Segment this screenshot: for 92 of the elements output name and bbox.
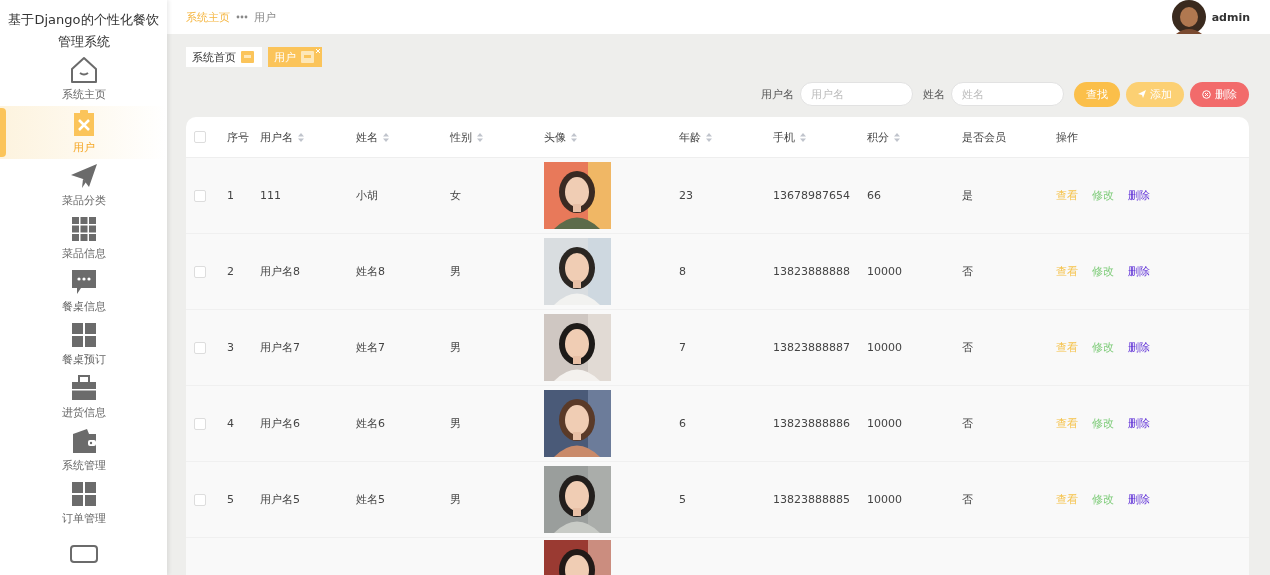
sidebar-item[interactable]: 菜品分类 [0, 159, 167, 212]
table-cell-text: 111 [260, 189, 282, 202]
table-cell-text: 用户名7 [260, 340, 301, 355]
table-cell-text: 否 [962, 492, 974, 507]
table-cell-text: 10000 [867, 265, 903, 278]
sort-icon[interactable] [383, 132, 389, 142]
row-checkbox[interactable] [194, 417, 206, 430]
table-cell-text: 66 [867, 189, 882, 202]
table-cell-text: 姓名8 [356, 264, 386, 279]
sidebar-item[interactable]: 菜品信息 [0, 212, 167, 265]
table-cell-text: 8 [679, 265, 687, 278]
table-cell-text: 姓名7 [356, 340, 386, 355]
send-icon [1138, 90, 1146, 98]
table-cell-text: 用户名5 [260, 492, 301, 507]
sort-icon[interactable] [706, 132, 712, 142]
table-cell-text: 13823888888 [773, 265, 851, 278]
sidebar-item[interactable]: 系统主页 [0, 53, 167, 106]
table-cell-text: 1 [227, 189, 235, 202]
table-cell-text: 13823888886 [773, 417, 851, 430]
search-field[interactable]: 姓名 [951, 82, 1064, 106]
action-link[interactable]: 删除 [1128, 188, 1150, 203]
table-cell-text: 否 [962, 416, 974, 431]
select-all-checkbox[interactable] [194, 131, 206, 143]
table-cell-text: 姓名5 [356, 492, 386, 507]
table-cell-text: 姓名6 [356, 416, 386, 431]
table-cell-text: 13823888887 [773, 341, 851, 354]
column-header: 序号 [227, 129, 249, 145]
table-cell-text: 否 [962, 264, 974, 279]
user-name[interactable]: admin [1211, 10, 1250, 24]
ellipsis-icon [236, 15, 248, 19]
row-checkbox[interactable] [194, 189, 206, 202]
column-header[interactable]: 头像 [544, 129, 566, 145]
table-cell-text: 用户名6 [260, 416, 301, 431]
field-label: 用户名 [761, 86, 794, 102]
sort-icon[interactable] [800, 132, 806, 142]
sort-icon[interactable] [477, 132, 483, 142]
table-cell-text: 10000 [867, 341, 903, 354]
table-cell-text: 13678987654 [773, 189, 851, 202]
table-cell-text: 用户名8 [260, 264, 301, 279]
field-label: 姓名 [923, 86, 945, 102]
tab[interactable]: 系统首页 [186, 47, 262, 67]
table-cell-text: 13823888885 [773, 493, 851, 506]
sidebar-item[interactable]: 餐桌信息 [0, 265, 167, 318]
table-cell-text: 3 [227, 341, 235, 354]
table-cell-text: 男 [450, 416, 462, 431]
action-link[interactable]: 删除 [1128, 416, 1150, 431]
table-cell-text: 6 [679, 417, 687, 430]
action-link[interactable]: 删除 [1128, 340, 1150, 355]
app-title: 基于Django的个性化餐饮管理系统 [7, 11, 160, 51]
table-cell-text: 5 [227, 493, 235, 506]
table-cell-text: 女 [450, 188, 462, 203]
column-header[interactable]: 手机 [773, 129, 795, 145]
sidebar-item[interactable]: 进货信息 [0, 371, 167, 424]
table-cell-text: 10000 [867, 493, 903, 506]
tag-icon [301, 51, 314, 63]
search-field[interactable]: 用户名 [800, 82, 913, 106]
sidebar-item[interactable]: 系统管理 [0, 424, 167, 477]
table-cell-text: 男 [450, 264, 462, 279]
table-cell-text: 男 [450, 492, 462, 507]
action-link[interactable]: 删除 [1128, 264, 1150, 279]
table-cell-text: 男 [450, 340, 462, 355]
column-header[interactable]: 年龄 [679, 129, 701, 145]
table-cell-text: 4 [227, 417, 235, 430]
tag-icon [241, 51, 254, 63]
table-cell-text: 10000 [867, 417, 903, 430]
breadcrumb-link[interactable]: 用户 [254, 9, 276, 25]
column-header[interactable]: 性别 [450, 129, 472, 145]
close-icon[interactable] [315, 48, 321, 54]
table-cell-text: 2 [227, 265, 235, 278]
row-checkbox[interactable] [194, 341, 206, 354]
sort-icon[interactable] [298, 132, 304, 142]
table-cell-text: 5 [679, 493, 687, 506]
home-icon [68, 55, 99, 85]
sort-icon[interactable] [571, 132, 577, 142]
table-cell-text: 是 [962, 188, 974, 203]
table-cell-text: 23 [679, 189, 694, 202]
column-header[interactable]: 用户名 [260, 129, 293, 145]
sidebar-item[interactable]: 订单管理 [0, 477, 167, 530]
column-header[interactable]: 姓名 [356, 129, 378, 145]
active-indicator [0, 108, 6, 157]
sort-icon[interactable] [894, 132, 900, 142]
close-circle-icon [1202, 89, 1211, 99]
column-header: 操作 [1056, 129, 1078, 145]
column-header[interactable]: 积分 [867, 129, 889, 145]
sidebar-item[interactable]: 餐桌预订 [0, 318, 167, 371]
column-header: 是否会员 [962, 129, 1006, 145]
table-cell-text: 小胡 [356, 188, 379, 203]
table-cell-text: 7 [679, 341, 687, 354]
row-checkbox[interactable] [194, 265, 206, 278]
table-cell-text: 否 [962, 340, 974, 355]
action-link[interactable]: 删除 [1128, 492, 1150, 507]
row-checkbox[interactable] [194, 493, 206, 506]
